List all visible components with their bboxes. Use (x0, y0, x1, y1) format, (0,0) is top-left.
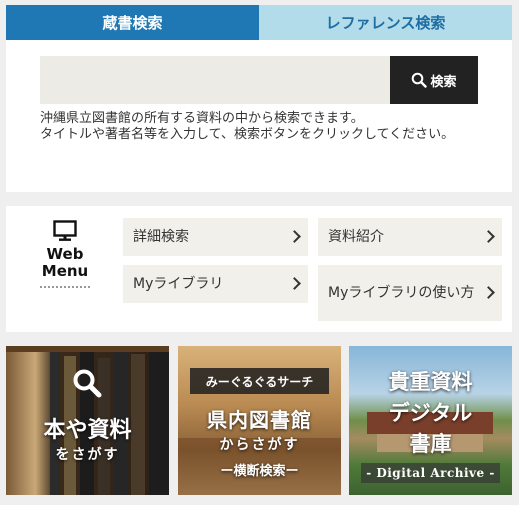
tab-collection-search[interactable]: 蔵書検索 (6, 5, 259, 40)
search-tabs: 蔵書検索 レファレンス検索 (6, 5, 512, 40)
menu-item-label: 資料紹介 (328, 228, 384, 245)
search-form: 検索 (40, 56, 478, 104)
tab-reference-search[interactable]: レファレンス検索 (259, 5, 512, 40)
banner-caption: - Digital Archive - (361, 463, 500, 483)
search-input[interactable] (40, 56, 390, 104)
banner-caption: ー横断検索ー (220, 464, 299, 479)
chevron-right-icon (482, 286, 495, 299)
web-menu-title: Web Menu (41, 245, 89, 280)
search-help-text: 沖縄県立図書館の所有する資料の中から検索できます。 タイトルや著者名等を入力して… (40, 111, 455, 142)
search-icon (73, 369, 102, 398)
banner-title-line-3: 書庫 (409, 431, 452, 456)
banner-subtitle: からさがす (219, 437, 300, 453)
banner-title: 県内図書館 (207, 408, 312, 432)
menu-item-materials-intro[interactable]: 資料紹介 (318, 218, 502, 256)
menu-item-label: Myライブラリ (133, 275, 224, 292)
search-button-label: 検索 (430, 74, 457, 90)
search-icon (412, 72, 428, 88)
web-menu-divider (40, 286, 90, 288)
web-menu-panel: Web Menu 詳細検索 資料紹介 Myライブラリ Myライブラリの使い方 (6, 206, 512, 332)
banner-subtitle: をさがす (55, 447, 120, 463)
banner-search-books[interactable]: 本や資料 をさがす (6, 346, 169, 495)
chevron-right-icon (482, 230, 495, 243)
banner-cross-search[interactable]: みーぐるぐるサーチ 県内図書館 からさがす ー横断検索ー (178, 346, 341, 495)
menu-item-advanced-search[interactable]: 詳細検索 (123, 218, 308, 256)
web-menu-heading: Web Menu (36, 220, 94, 288)
menu-item-my-library[interactable]: Myライブラリ (123, 265, 308, 303)
search-panel: 蔵書検索 レファレンス検索 検索 沖縄県立図書館の所有する資料の中から検索できま… (6, 5, 512, 192)
banner-title: 本や資料 (43, 418, 132, 443)
banner-title-line-2: デジタル (388, 400, 473, 425)
search-button[interactable]: 検索 (390, 56, 478, 104)
banner-digital-archive[interactable]: 貴重資料 デジタル 書庫 - Digital Archive - (349, 346, 512, 495)
chevron-right-icon (288, 230, 301, 243)
chevron-right-icon (288, 277, 301, 290)
banner-title-line-1: 貴重資料 (388, 369, 473, 394)
menu-item-label: 詳細検索 (133, 228, 189, 245)
monitor-icon (53, 220, 77, 241)
menu-item-label: Myライブラリの使い方 (328, 284, 475, 301)
menu-item-my-library-guide[interactable]: Myライブラリの使い方 (318, 265, 502, 321)
banner-tag: みーぐるぐるサーチ (190, 368, 329, 394)
